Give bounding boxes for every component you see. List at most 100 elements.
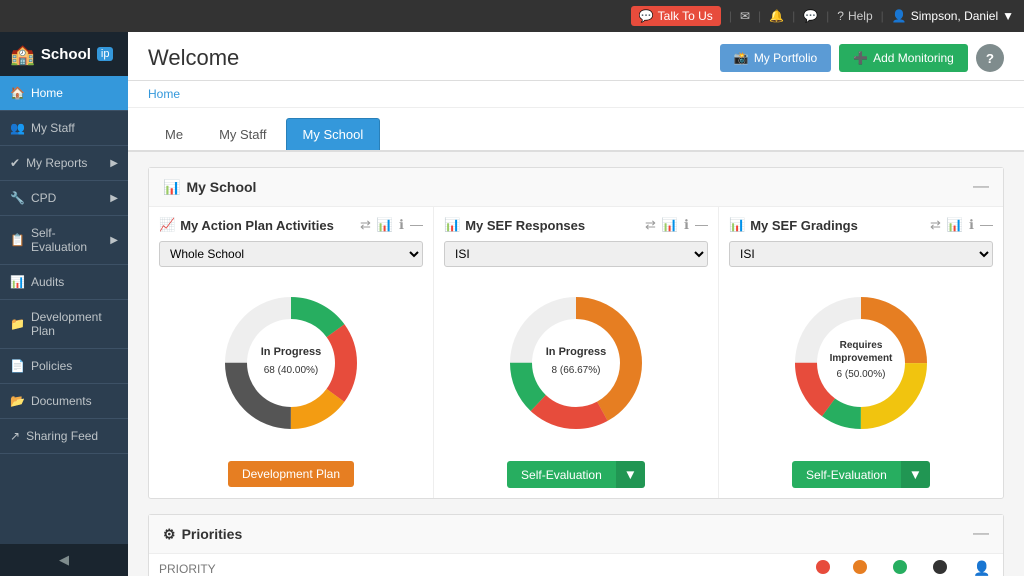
page-title: Welcome [148, 45, 239, 71]
red-dot-header [816, 560, 830, 574]
sidebar-collapse-button[interactable]: ◀ [0, 544, 128, 576]
col-header-orange [843, 554, 883, 576]
comment-icon-btn[interactable]: 💬 [803, 9, 818, 23]
sidebar-item-my-reports[interactable]: ✔ My Reports ▶ [0, 146, 128, 181]
priority-col-header: PRIORITY [149, 554, 803, 576]
chevron-down-icon: ▼ [1002, 9, 1014, 23]
bar-chart-small-icon[interactable]: 📊 [377, 217, 393, 233]
minus-icon[interactable]: — [410, 217, 423, 233]
username-label: Simpson, Daniel [911, 9, 998, 23]
svg-text:8 (66.67%): 8 (66.67%) [552, 365, 601, 376]
sidebar-item-sharing-feed[interactable]: ↗ Sharing Feed [0, 419, 128, 454]
sidebar-item-home[interactable]: 🏠 Home [0, 76, 128, 111]
help-icon: ? [837, 9, 844, 23]
card-sef-responses: 📊 My SEF Responses ⇄ 📊 ℹ — ISI [434, 207, 719, 498]
tab-my-school[interactable]: My School [286, 118, 381, 150]
priorities-collapse-button[interactable]: — [973, 525, 989, 543]
talk-to-us-label: Talk To Us [658, 9, 713, 23]
card-sef-gradings-actions: ⇄ 📊 ℹ — [930, 217, 993, 233]
info-icon-3[interactable]: ℹ [969, 217, 974, 233]
priorities-section: ⚙ Priorities — PRIORITY [148, 514, 1004, 576]
tab-my-staff[interactable]: My Staff [202, 118, 283, 150]
self-evaluation-dropdown-2[interactable]: ▼ [901, 461, 930, 488]
self-evaluation-dropdown-1[interactable]: ▼ [616, 461, 645, 488]
svg-text:In Progress: In Progress [546, 346, 607, 358]
share-icon-3[interactable]: ⇄ [930, 217, 941, 233]
svg-text:In Progress: In Progress [261, 346, 322, 358]
user-menu[interactable]: 👤 Simpson, Daniel ▼ [892, 9, 1014, 23]
info-icon-2[interactable]: ℹ [684, 217, 689, 233]
sidebar-item-my-staff[interactable]: 👥 My Staff [0, 111, 128, 146]
dev-plan-icon: 📁 [10, 317, 25, 331]
sidebar-item-policies[interactable]: 📄 Policies [0, 349, 128, 384]
sidebar-item-self-evaluation[interactable]: 📋 Self-Evaluation ▶ [0, 216, 128, 265]
card-action-plan-title: 📈 My Action Plan Activities [159, 217, 334, 233]
sidebar-item-development-plan[interactable]: 📁 Development Plan [0, 300, 128, 349]
header-actions: 📸 My Portfolio ➕ Add Monitoring ? [720, 44, 1004, 72]
green-dot-header [893, 560, 907, 574]
monitoring-icon: ➕ [853, 51, 868, 65]
sidebar-audits-label: Audits [31, 275, 64, 289]
portfolio-label: My Portfolio [754, 51, 817, 65]
svg-text:68 (40.00%): 68 (40.00%) [264, 365, 318, 376]
development-plan-button[interactable]: Development Plan [228, 461, 354, 487]
col-header-green [883, 554, 923, 576]
self-eval-icon: 📋 [10, 233, 25, 247]
info-icon[interactable]: ℹ [399, 217, 404, 233]
bar-chart-icon-2[interactable]: 📊 [662, 217, 678, 233]
envelope-icon: ✉ [740, 9, 750, 23]
sidebar-logo: 🏫 School ip [0, 32, 128, 76]
self-evaluation-button-1[interactable]: Self-Evaluation [507, 461, 616, 488]
card-sef-responses-actions: ⇄ 📊 ℹ — [645, 217, 708, 233]
content-header: Welcome 📸 My Portfolio ➕ Add Monitoring … [128, 32, 1024, 81]
minus-icon-3[interactable]: — [980, 217, 993, 233]
card-sef-responses-title: 📊 My SEF Responses [444, 217, 585, 233]
add-monitoring-button[interactable]: ➕ Add Monitoring [839, 44, 968, 72]
sidebar-item-audits[interactable]: 📊 Audits [0, 265, 128, 300]
tab-me[interactable]: Me [148, 118, 200, 150]
card-sef-gradings-header: 📊 My SEF Gradings ⇄ 📊 ℹ — [729, 217, 993, 233]
card-sef-gradings: 📊 My SEF Gradings ⇄ 📊 ℹ — ISI [719, 207, 1003, 498]
col-header-person: 👤 [963, 554, 1003, 576]
sidebar-item-documents[interactable]: 📂 Documents [0, 384, 128, 419]
help-circle-button[interactable]: ? [976, 44, 1004, 72]
priority-table-header-row: PRIORITY [149, 554, 1003, 576]
self-evaluation-button-2[interactable]: Self-Evaluation [792, 461, 901, 488]
gear-icon: ⚙ [163, 526, 176, 543]
tab-bar: Me My Staff My School [128, 108, 1024, 152]
sidebar-cpd-label: CPD [31, 191, 56, 205]
share-icon-2[interactable]: ⇄ [645, 217, 656, 233]
card-action-plan-footer: Development Plan [159, 461, 423, 487]
card-sef-gradings-chart: Requires Improvement 6 (50.00%) [729, 273, 993, 453]
bar-icon-3: 📊 [729, 217, 745, 233]
help-button[interactable]: ? Help [837, 9, 872, 23]
sidebar-item-cpd[interactable]: 🔧 CPD ▶ [0, 181, 128, 216]
audits-icon: 📊 [10, 275, 25, 289]
bar-chart-icon-3[interactable]: 📊 [947, 217, 963, 233]
person-icon-header: 👤 [973, 560, 990, 576]
cpd-icon: 🔧 [10, 191, 25, 205]
card-sef-gradings-filter[interactable]: ISI [729, 241, 993, 267]
priorities-label: Priorities [182, 526, 243, 542]
talk-to-us-button[interactable]: 💬 Talk To Us [631, 6, 721, 26]
sidebar-documents-label: Documents [31, 394, 92, 408]
comment-icon: 💬 [803, 9, 818, 23]
breadcrumb-home-link[interactable]: Home [148, 87, 180, 101]
sidebar-sharing-label: Sharing Feed [26, 429, 98, 443]
col-header-red [803, 554, 843, 576]
separator-4: | [826, 9, 829, 23]
card-action-plan-filter[interactable]: Whole School [159, 241, 423, 267]
documents-icon: 📂 [10, 394, 25, 408]
sidebar-reports-label: My Reports [26, 156, 87, 170]
my-portfolio-button[interactable]: 📸 My Portfolio [720, 44, 831, 72]
school-icon: 🏫 [10, 42, 35, 67]
card-action-plan-chart: In Progress 68 (40.00%) [159, 273, 423, 453]
minus-icon-2[interactable]: — [695, 217, 708, 233]
bell-icon-btn[interactable]: 🔔 [769, 9, 784, 23]
envelope-icon-btn[interactable]: ✉ [740, 9, 750, 23]
card-sef-responses-filter[interactable]: ISI [444, 241, 708, 267]
share-icon[interactable]: ⇄ [360, 217, 371, 233]
sidebar-home-label: Home [31, 86, 63, 100]
col-header-black [923, 554, 963, 576]
section-collapse-button[interactable]: — [973, 178, 989, 196]
